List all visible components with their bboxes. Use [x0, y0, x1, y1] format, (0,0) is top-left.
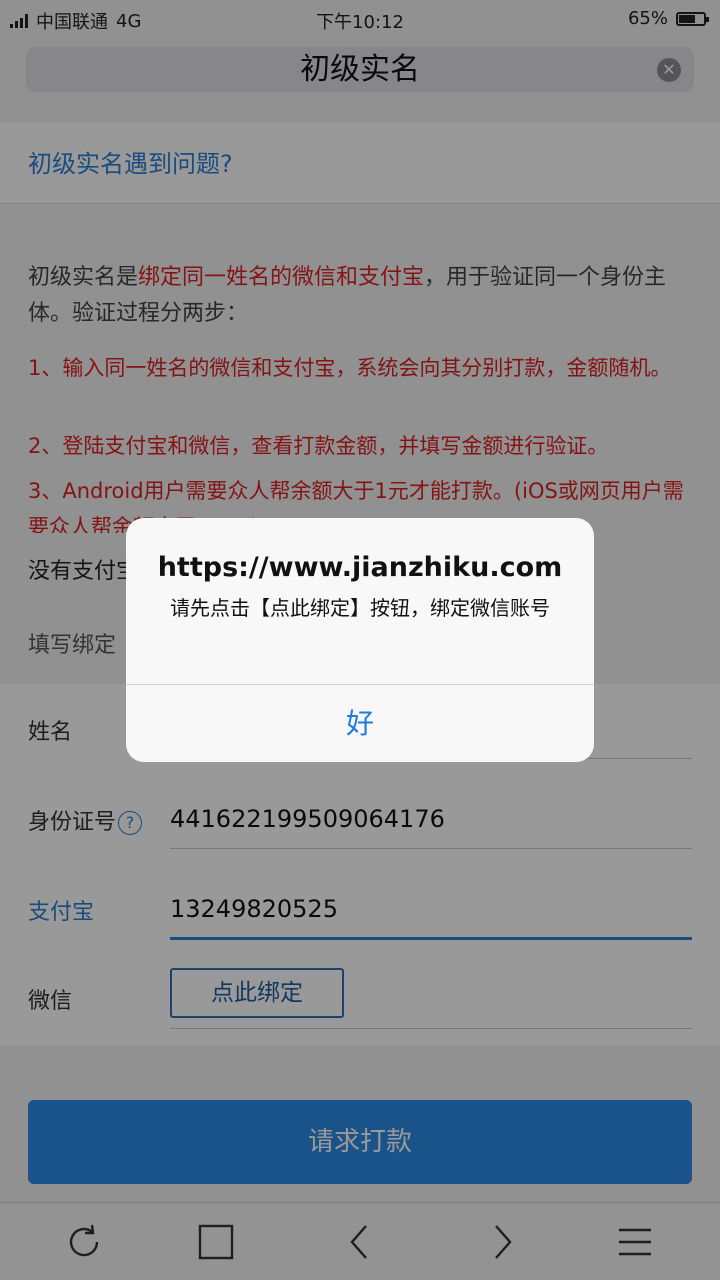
alert-message: 请先点击【点此绑定】按钮，绑定微信账号: [170, 596, 550, 620]
alert-ok-button[interactable]: 好: [126, 685, 594, 762]
alert-title: https://www.jianzhiku.com: [157, 552, 563, 583]
alert-dialog: https://www.jianzhiku.com 请先点击【点此绑定】按钮，绑…: [126, 518, 594, 762]
